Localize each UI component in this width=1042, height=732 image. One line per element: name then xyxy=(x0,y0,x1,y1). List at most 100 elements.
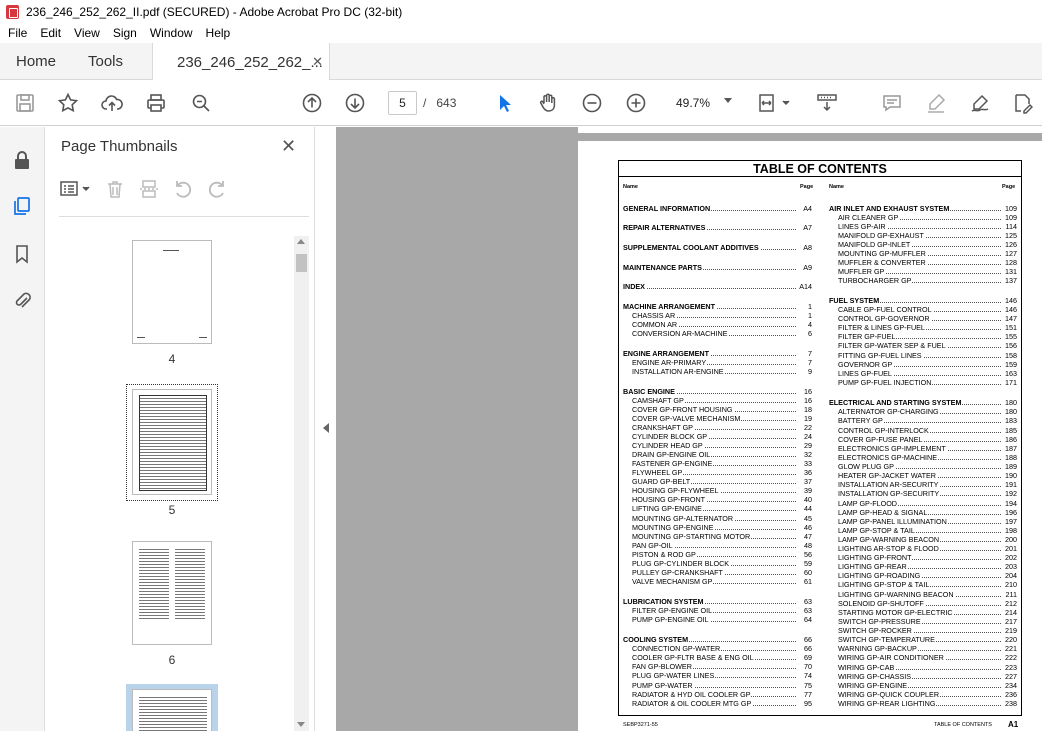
toc-entry[interactable]: REPAIR ALTERNATIVES A7 xyxy=(623,224,812,232)
toc-entry[interactable]: PISTON & ROD GP 56 xyxy=(632,551,812,559)
toc-entry[interactable]: LAMP GP-PANEL ILLUMINATION 197 xyxy=(838,518,1017,526)
toc-entry[interactable]: PLUG GP-WATER LINES 74 xyxy=(632,672,812,680)
edit-pdf-icon[interactable] xyxy=(1010,91,1034,115)
toc-entry[interactable]: ENGINE AR-PRIMARY 7 xyxy=(632,359,812,367)
toc-entry[interactable]: LIGHTING GP-STOP & TAIL 210 xyxy=(838,581,1017,589)
menu-window[interactable]: Window xyxy=(150,26,193,40)
toc-entry[interactable]: RADIATOR & HYD OIL COOLER GP 77 xyxy=(632,691,812,699)
toc-entry[interactable]: COOLER GP-FLTR BASE & ENG OIL 69 xyxy=(632,654,812,662)
toc-entry[interactable]: SUPPLEMENTAL COOLANT ADDITIVES A8 xyxy=(623,244,812,252)
toc-entry[interactable]: FAN GP-BLOWER 70 xyxy=(632,663,812,671)
toc-entry[interactable]: PUMP GP-ENGINE OIL 64 xyxy=(632,616,812,624)
toc-entry[interactable]: WARNING GP-BACKUP 221 xyxy=(838,645,1017,653)
page-thumbnail-5[interactable] xyxy=(132,389,212,495)
extract-page-icon[interactable] xyxy=(139,179,161,201)
toc-entry[interactable]: AIR CLEANER GP 109 xyxy=(838,214,1017,222)
toc-entry[interactable]: FILTER GP-FUEL 155 xyxy=(838,333,1017,341)
toc-entry[interactable]: CRANKSHAFT GP 22 xyxy=(632,424,812,432)
save-icon[interactable] xyxy=(13,91,37,115)
toc-entry[interactable]: STARTING MOTOR GP-ELECTRIC 214 xyxy=(838,609,1017,617)
highlight-pen-icon[interactable] xyxy=(924,91,948,115)
toc-entry[interactable]: PULLEY GP-CRANKSHAFT 60 xyxy=(632,569,812,577)
scrollbar-thumb[interactable] xyxy=(296,254,307,272)
toc-entry[interactable]: PUMP GP-FUEL INJECTION 171 xyxy=(838,379,1017,387)
toc-entry[interactable]: CYLINDER HEAD GP 29 xyxy=(632,442,812,450)
toc-entry[interactable]: ELECTRICAL AND STARTING SYSTEM 180 xyxy=(829,399,1017,407)
toc-entry[interactable]: MOUNTING GP-ALTERNATOR 45 xyxy=(632,515,812,523)
toc-entry[interactable]: LINES GP-AIR 114 xyxy=(838,223,1017,231)
toc-entry[interactable]: INDEX A14 xyxy=(623,283,812,291)
toc-entry[interactable]: MACHINE ARRANGEMENT 1 xyxy=(623,303,812,311)
panel-collapse-handle[interactable] xyxy=(315,127,336,731)
toc-entry[interactable]: GENERAL INFORMATION A4 xyxy=(623,205,812,213)
toc-entry[interactable]: MUFFLER GP 131 xyxy=(838,268,1017,276)
toc-entry[interactable]: HOUSING GP-FLYWHEEL 39 xyxy=(632,487,812,495)
rotate-left-icon[interactable] xyxy=(173,179,195,201)
toc-entry[interactable]: MANIFOLD GP-EXHAUST 125 xyxy=(838,232,1017,240)
toc-entry[interactable]: CONVERSION AR-MACHINE 6 xyxy=(632,330,812,338)
toc-entry[interactable]: SWITCH GP-PRESSURE 217 xyxy=(838,618,1017,626)
toc-entry[interactable]: WIRING GP-CHASSIS 227 xyxy=(838,673,1017,681)
bookmarks-icon[interactable] xyxy=(11,243,33,265)
toc-entry[interactable]: HOUSING GP-FRONT 40 xyxy=(632,496,812,504)
bookmark-star-icon[interactable] xyxy=(56,91,80,115)
zoom-out-icon[interactable] xyxy=(580,91,604,115)
toc-entry[interactable]: COMMON AR 4 xyxy=(632,321,812,329)
toc-entry[interactable]: GOVERNOR GP 159 xyxy=(838,361,1017,369)
toc-entry[interactable]: TURBOCHARGER GP 137 xyxy=(838,277,1017,285)
toc-entry[interactable]: FITTING GP-FUEL LINES 158 xyxy=(838,352,1017,360)
page-number-input[interactable]: 5 xyxy=(388,91,417,115)
toc-entry[interactable]: ALTERNATOR GP-CHARGING 180 xyxy=(838,408,1017,416)
zoom-search-icon[interactable] xyxy=(189,91,213,115)
toc-entry[interactable]: LAMP GP-WARNING BEACON 200 xyxy=(838,536,1017,544)
toc-entry[interactable]: FASTENER GP-ENGINE 33 xyxy=(632,460,812,468)
toc-entry[interactable]: SWITCH GP-ROCKER 219 xyxy=(838,627,1017,635)
options-menu-icon[interactable] xyxy=(59,179,93,201)
toc-entry[interactable]: WIRING GP-QUICK COUPLER 236 xyxy=(838,691,1017,699)
toc-entry[interactable]: FLYWHEEL GP 36 xyxy=(632,469,812,477)
toc-entry[interactable]: FILTER GP-ENGINE OIL 63 xyxy=(632,607,812,615)
toc-entry[interactable]: COVER GP-FUSE PANEL 186 xyxy=(838,436,1017,444)
toc-entry[interactable]: WIRING GP-CAB 223 xyxy=(838,664,1017,672)
toc-entry[interactable]: COVER GP-FRONT HOUSING 18 xyxy=(632,406,812,414)
toc-entry[interactable]: BATTERY GP 183 xyxy=(838,417,1017,425)
rotate-right-icon[interactable] xyxy=(207,179,229,201)
toc-entry[interactable]: CONTROL GP-GOVERNOR 147 xyxy=(838,315,1017,323)
sign-pen-icon[interactable] xyxy=(968,91,992,115)
toc-entry[interactable]: INSTALLATION GP-SECURITY 192 xyxy=(838,490,1017,498)
toc-entry[interactable]: LAMP GP-HEAD & SIGNAL 196 xyxy=(838,509,1017,517)
menu-view[interactable]: View xyxy=(74,26,100,40)
toc-entry[interactable]: CAMSHAFT GP 16 xyxy=(632,397,812,405)
toc-entry[interactable]: LIGHTING AR-STOP & FLOOD 201 xyxy=(838,545,1017,553)
toc-entry[interactable]: CABLE GP-FUEL CONTROL 146 xyxy=(838,306,1017,314)
toc-entry[interactable]: SWITCH GP-TEMPERATURE 220 xyxy=(838,636,1017,644)
tab-home[interactable]: Home xyxy=(16,43,56,80)
toc-entry[interactable]: PAN GP-OIL 48 xyxy=(632,542,812,550)
menu-file[interactable]: File xyxy=(8,26,27,40)
menu-sign[interactable]: Sign xyxy=(113,26,137,40)
delete-page-icon[interactable] xyxy=(105,179,127,201)
close-panel-icon[interactable]: ✕ xyxy=(281,136,296,157)
select-cursor-icon[interactable] xyxy=(492,91,516,115)
menu-edit[interactable]: Edit xyxy=(40,26,61,40)
previous-page-icon[interactable] xyxy=(300,91,324,115)
tab-document[interactable]: 236_246_252_262_... ✕ xyxy=(152,43,330,81)
toc-entry[interactable]: PUMP GP-WATER 75 xyxy=(632,682,812,690)
toc-entry[interactable]: MOUNTING GP-MUFFLER 127 xyxy=(838,250,1017,258)
toc-entry[interactable]: LIGHTING GP-WARNING BEACON 211 xyxy=(838,591,1017,599)
toc-entry[interactable]: FILTER & LINES GP-FUEL 151 xyxy=(838,324,1017,332)
toc-entry[interactable]: MOUNTING GP-STARTING MOTOR 47 xyxy=(632,533,812,541)
toc-entry[interactable]: LIGHTING GP-REAR 203 xyxy=(838,563,1017,571)
page-fit-icon[interactable] xyxy=(757,91,793,115)
toc-entry[interactable]: LAMP GP-STOP & TAIL 198 xyxy=(838,527,1017,535)
page-thumbnail-4[interactable] xyxy=(132,240,212,344)
toc-entry[interactable]: INSTALLATION AR-SECURITY 191 xyxy=(838,481,1017,489)
zoom-in-icon[interactable] xyxy=(624,91,648,115)
tab-tools[interactable]: Tools xyxy=(88,43,123,80)
page-thumbnail-7[interactable] xyxy=(132,689,212,732)
lock-icon[interactable] xyxy=(11,149,33,171)
toc-entry[interactable]: MUFFLER & CONVERTER 128 xyxy=(838,259,1017,267)
toc-entry[interactable]: COOLING SYSTEM 66 xyxy=(623,636,812,644)
hand-tool-icon[interactable] xyxy=(536,91,560,115)
toc-entry[interactable]: WIRING GP-ENGINE 234 xyxy=(838,682,1017,690)
